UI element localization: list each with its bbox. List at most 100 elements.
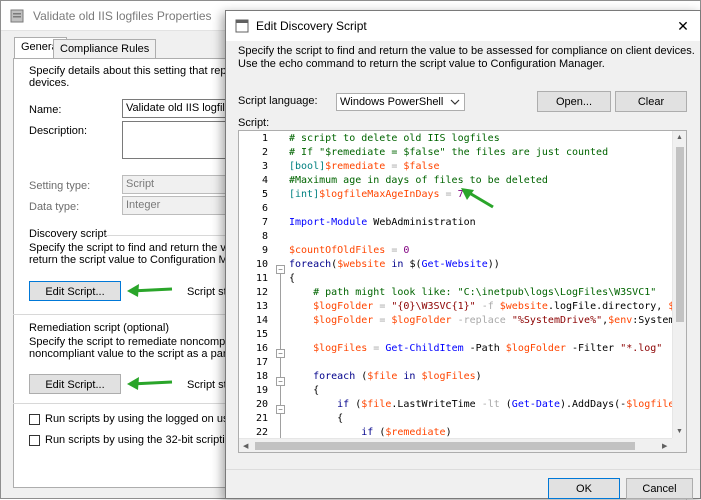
horizontal-scrollbar[interactable]: ◀ ▶	[239, 438, 674, 452]
code-token: )	[445, 427, 452, 438]
code-token: in	[385, 259, 410, 270]
code-token: $logFiles	[421, 371, 476, 382]
code-line: # If "$remediate = $false" the files are…	[289, 146, 608, 160]
scroll-left-icon[interactable]: ◀	[243, 442, 248, 450]
name-label: Name:	[29, 104, 62, 116]
tab-compliance-rules[interactable]: Compliance Rules	[53, 39, 157, 59]
ok-button[interactable]: OK	[548, 478, 620, 499]
scroll-down-icon[interactable]: ▼	[676, 428, 683, 435]
code-line: $logFolder = $logFolder -replace "%Syste…	[289, 314, 674, 328]
remediation-script-heading: Remediation script (optional)	[29, 322, 170, 334]
dialog-titlebar: Edit Discovery Script ✕	[226, 11, 700, 41]
code-token: Import-Module	[289, 217, 368, 228]
discovery-group-line	[105, 235, 226, 236]
name-input[interactable]: Validate old IIS logfiles	[122, 99, 226, 118]
description-label: Description:	[29, 125, 88, 137]
code-token: $false	[403, 161, 440, 172]
setting-type-label: Setting type:	[29, 180, 91, 192]
line-number: 9	[261, 245, 268, 256]
script-language-value: Windows PowerShell	[340, 96, 444, 108]
line-number: 15	[255, 329, 268, 340]
code-line: {	[289, 384, 319, 398]
edit-discovery-script-dialog: Edit Discovery Script ✕ Specify the scri…	[225, 10, 701, 499]
code-token: {	[289, 413, 344, 424]
close-icon[interactable]: ✕	[674, 17, 692, 35]
code-token: =	[373, 315, 392, 326]
code-token: WebAdministration	[367, 217, 476, 228]
properties-window-icon	[10, 9, 24, 23]
code-line: $countOfOldFiles = 0	[289, 244, 409, 258]
code-token: =	[373, 301, 392, 312]
script-language-select[interactable]: Windows PowerShell	[336, 93, 465, 111]
code-token: if	[289, 399, 350, 410]
fold-toggle-icon[interactable]: −	[276, 377, 285, 386]
vertical-scroll-thumb[interactable]	[676, 147, 684, 322]
scroll-right-icon[interactable]: ▶	[662, 442, 667, 450]
code-token: -Filter	[566, 343, 621, 354]
remediation-edit-script-button[interactable]: Edit Script...	[29, 374, 121, 394]
code-token: $env	[608, 315, 633, 326]
description-input[interactable]	[122, 121, 226, 159]
code-token: =	[439, 189, 458, 200]
code-token: $countOfOldFiles	[289, 245, 386, 256]
line-number: 19	[255, 385, 268, 396]
fold-toggle-icon[interactable]: −	[276, 405, 285, 414]
code-token: $logFiles	[313, 343, 368, 354]
line-number: 20	[255, 399, 268, 410]
code-token: "{0}\W3SVC{1}"	[391, 301, 476, 312]
line-number: 16	[255, 343, 268, 354]
code-token: if	[289, 427, 374, 438]
code-token: Get-Date	[511, 399, 560, 410]
code-token: (	[373, 427, 386, 438]
code-token: -replace	[451, 315, 512, 326]
cancel-button[interactable]: Cancel	[626, 478, 693, 499]
code-token: ).AddDays(-	[559, 399, 627, 410]
code-line: #Maximum age in days of files to be dele…	[289, 174, 548, 188]
code-token: $logFolder	[313, 301, 374, 312]
script-editor[interactable]: 1234567891011121314151617181920212223242…	[238, 130, 687, 453]
code-token: $remediate	[325, 161, 386, 172]
code-token: {	[289, 273, 296, 284]
code-token: $remediate	[385, 427, 446, 438]
horizontal-scroll-thumb[interactable]	[255, 442, 635, 450]
code-token: foreach	[289, 371, 356, 382]
open-button[interactable]: Open...	[537, 91, 611, 112]
code-token: $website	[337, 259, 386, 270]
line-number-gutter: 1234567891011121314151617181920212223242…	[239, 131, 273, 452]
vertical-scrollbar[interactable]: ▲ ▼	[672, 131, 686, 440]
scroll-up-icon[interactable]: ▲	[676, 134, 683, 141]
fold-toggle-icon[interactable]: −	[276, 265, 285, 274]
intro-text-line-2: devices.	[29, 77, 70, 89]
logged-on-user-checkbox[interactable]	[29, 414, 40, 425]
code-token: $logfileMaxAg	[626, 399, 674, 410]
code-line: foreach ($file in $logFiles)	[289, 370, 482, 384]
fold-toggle-icon[interactable]: −	[276, 349, 285, 358]
code-token: [bool]	[289, 161, 326, 172]
code-token: $logFolder	[313, 315, 374, 326]
code-token: foreach	[289, 259, 332, 270]
code-token: .logFile.directory,	[547, 301, 669, 312]
line-number: 17	[255, 357, 268, 368]
code-area[interactable]: # script to delete old IIS logfiles # If …	[289, 131, 674, 452]
code-token: $file	[361, 399, 392, 410]
scrollbar-corner	[672, 438, 686, 452]
code-token: Get-Website	[421, 259, 488, 270]
line-number: 13	[255, 301, 268, 312]
clear-button[interactable]: Clear	[615, 91, 687, 112]
line-number: 14	[255, 315, 268, 326]
32bit-host-checkbox[interactable]	[29, 435, 40, 446]
line-number: 1	[261, 133, 268, 144]
code-token: =	[367, 343, 386, 354]
line-number: 18	[255, 371, 268, 382]
dialog-description: Specify the script to find and return th…	[238, 45, 695, 70]
code-token: # path might look like: "C:\inetpub\logs…	[289, 287, 657, 298]
code-line: if ($file.LastWriteTime -lt (Get-Date).A…	[289, 398, 674, 412]
line-number: 2	[261, 147, 268, 158]
line-number: 5	[261, 189, 268, 200]
line-number: 6	[261, 203, 268, 214]
discovery-edit-script-button[interactable]: Edit Script...	[29, 281, 121, 301]
script-language-label: Script language:	[238, 95, 318, 107]
line-number: 3	[261, 161, 268, 172]
fold-guide	[280, 271, 281, 452]
